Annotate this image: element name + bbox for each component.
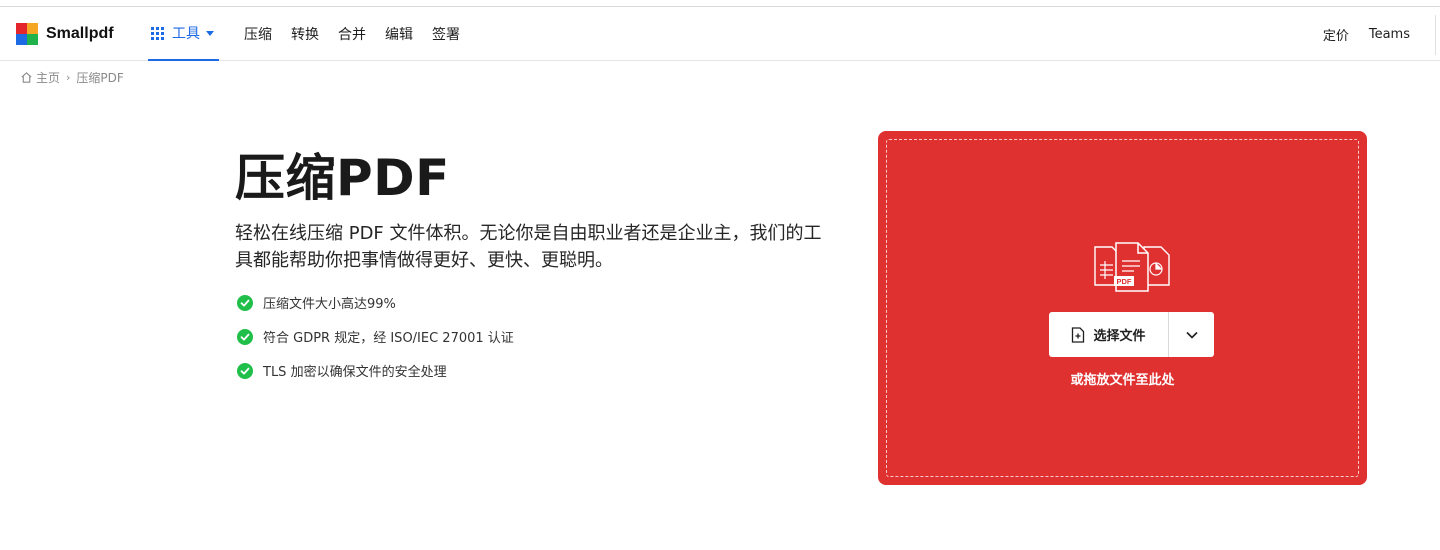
- documents-icon: PDF: [1094, 242, 1170, 292]
- nav-item-edit[interactable]: 编辑: [385, 24, 413, 44]
- nav-right: 定价 Teams: [1303, 7, 1410, 61]
- nav-item-convert[interactable]: 转换: [291, 24, 319, 44]
- choose-file-button[interactable]: 选择文件: [1049, 312, 1169, 357]
- nav-item-sign[interactable]: 签署: [432, 24, 460, 44]
- nav-item-compress[interactable]: 压缩: [244, 24, 272, 44]
- site-header: Smallpdf 工具 压缩 转换 合并 编辑 签署 定价 Teams: [0, 7, 1440, 61]
- browser-top-line: [0, 0, 1440, 7]
- nav-tools-label: 工具: [172, 26, 200, 42]
- home-icon: [21, 72, 32, 83]
- feature-item: 压缩文件大小高达99%: [237, 294, 514, 312]
- feature-text: TLS 加密以确保文件的安全处理: [263, 365, 447, 380]
- dropzone-dashed-border: PDF 选择文件 或拖放文件至此处: [886, 139, 1359, 477]
- check-circle-icon: [237, 294, 253, 311]
- feature-text: 压缩文件大小高达99%: [263, 297, 396, 312]
- breadcrumb-home[interactable]: 主页: [36, 69, 60, 86]
- drop-hint-text: 或拖放文件至此处: [1070, 373, 1175, 388]
- breadcrumb: 主页 › 压缩PDF: [20, 69, 124, 86]
- main-nav: 压缩 转换 合并 编辑 签署: [244, 7, 479, 61]
- nav-item-pricing[interactable]: 定价: [1323, 25, 1349, 44]
- feature-item: 符合 GDPR 规定，经 ISO/IEC 27001 认证: [237, 328, 514, 346]
- breadcrumb-separator: ›: [66, 71, 71, 84]
- choose-file-source-dropdown[interactable]: [1169, 312, 1214, 357]
- nav-item-merge[interactable]: 合并: [338, 24, 366, 44]
- check-circle-icon: [237, 328, 253, 345]
- file-dropzone[interactable]: PDF 选择文件 或拖放文件至此处: [878, 131, 1367, 485]
- svg-text:PDF: PDF: [1117, 277, 1132, 286]
- smallpdf-logo[interactable]: Smallpdf: [16, 22, 114, 46]
- caret-down-icon: [206, 30, 214, 36]
- smallpdf-logo-icon: [16, 23, 38, 45]
- feature-item: TLS 加密以确保文件的安全处理: [237, 362, 514, 380]
- logo-text: Smallpdf: [46, 25, 114, 42]
- choose-file-button-group: 选择文件: [1049, 312, 1214, 357]
- feature-list: 压缩文件大小高达99% 符合 GDPR 规定，经 ISO/IEC 27001 认…: [237, 294, 514, 396]
- file-plus-icon: [1072, 326, 1085, 343]
- feature-text: 符合 GDPR 规定，经 ISO/IEC 27001 认证: [263, 331, 514, 346]
- nav-tools-menu[interactable]: 工具: [148, 7, 219, 61]
- nav-item-teams[interactable]: Teams: [1369, 27, 1410, 42]
- page-title: 压缩PDF: [235, 149, 450, 207]
- header-divider: [1435, 15, 1436, 55]
- breadcrumb-current: 压缩PDF: [76, 71, 124, 85]
- chevron-down-icon: [1185, 331, 1198, 339]
- choose-file-label: 选择文件: [1093, 329, 1146, 344]
- page-description: 轻松在线压缩 PDF 文件体积。无论你是自由职业者还是企业主，我们的工具都能帮助…: [235, 223, 822, 271]
- grid-icon: [151, 26, 164, 40]
- check-circle-icon: [237, 362, 253, 379]
